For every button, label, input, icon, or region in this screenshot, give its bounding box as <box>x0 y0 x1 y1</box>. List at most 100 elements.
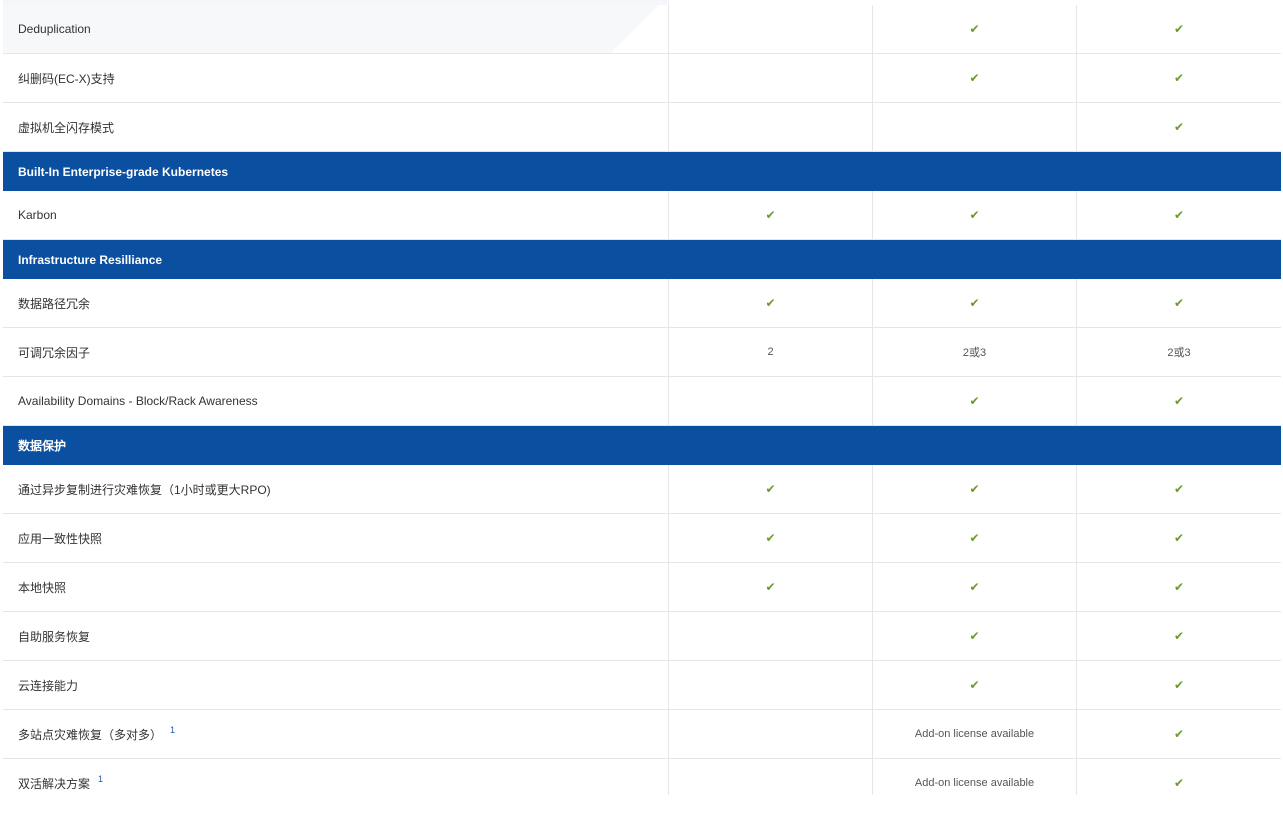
check-icon: ✔ <box>1173 580 1185 594</box>
edition-3-cell: ✔ <box>1077 465 1281 513</box>
edition-2-cell: ✔ <box>873 465 1077 513</box>
edition-2-cell: ✔ <box>873 563 1077 611</box>
table-row: 纠删码(EC-X)支持 ✔ ✔ <box>3 54 1281 103</box>
edition-1-cell: 2 <box>669 328 873 376</box>
table-row: 本地快照 ✔ ✔ ✔ <box>3 563 1281 612</box>
feature-label: 本地快照 <box>18 580 67 595</box>
cell-value: Add-on license available <box>914 728 1035 740</box>
check-icon: ✔ <box>765 580 776 594</box>
check-icon: ✔ <box>765 482 776 496</box>
table-row: 可调冗余因子 2 2或3 2或3 <box>3 328 1281 377</box>
feature-label: Deduplication <box>18 22 91 36</box>
feature-cell: 本地快照 <box>3 563 669 611</box>
edition-1-cell <box>669 710 873 758</box>
check-icon: ✔ <box>1173 71 1185 85</box>
edition-3-cell: ✔ <box>1077 191 1281 239</box>
feature-cell: Karbon <box>3 191 669 239</box>
feature-label: 多站点灾难恢复（多对多） <box>18 727 163 742</box>
table-row: 多站点灾难恢复（多对多） 1 Add-on license available ✔ <box>3 710 1281 759</box>
edition-2-cell: 2或3 <box>873 328 1077 376</box>
edition-1-cell: ✔ <box>669 514 873 562</box>
feature-label: Availability Domains - Block/Rack Awaren… <box>18 394 258 408</box>
check-icon: ✔ <box>1173 296 1185 310</box>
edition-2-cell: ✔ <box>873 191 1077 239</box>
feature-cell: Availability Domains - Block/Rack Awaren… <box>3 377 669 425</box>
cell-value: 2或3 <box>962 347 987 359</box>
edition-3-cell: ✔ <box>1077 612 1281 660</box>
check-icon: ✔ <box>765 531 776 545</box>
check-icon: ✔ <box>1173 531 1185 545</box>
table-row: 数据路径冗余 ✔ ✔ ✔ <box>3 279 1281 328</box>
table-row: Karbon ✔ ✔ ✔ <box>3 191 1281 240</box>
table-row: 虚拟机全闪存模式 ✔ <box>3 103 1281 152</box>
footnote-link[interactable]: 1 <box>98 774 103 784</box>
edition-1-cell <box>669 612 873 660</box>
edition-1-cell <box>669 377 873 425</box>
feature-label: 自助服务恢复 <box>18 629 91 644</box>
feature-cell: 云连接能力 <box>3 661 669 709</box>
check-icon: ✔ <box>1173 629 1185 643</box>
edition-2-cell <box>873 103 1077 151</box>
edition-3-cell: ✔ <box>1077 514 1281 562</box>
feature-cell: 可调冗余因子 <box>3 328 669 376</box>
feature-label: 数据路径冗余 <box>18 296 91 311</box>
check-icon: ✔ <box>969 580 980 594</box>
table-row: Deduplication ✔ ✔ <box>3 5 1281 54</box>
check-icon: ✔ <box>1173 482 1185 496</box>
edition-3-cell: ✔ <box>1077 103 1281 151</box>
edition-3-cell: ✔ <box>1077 377 1281 425</box>
edition-3-cell: 2或3 <box>1077 328 1281 376</box>
check-icon: ✔ <box>1173 22 1185 36</box>
edition-2-cell: ✔ <box>873 54 1077 102</box>
edition-2-cell: Add-on license available <box>873 759 1077 795</box>
check-icon: ✔ <box>969 629 980 643</box>
check-icon: ✔ <box>969 394 980 408</box>
check-icon: ✔ <box>1173 727 1185 741</box>
edition-3-cell: ✔ <box>1077 279 1281 327</box>
check-icon: ✔ <box>765 208 776 222</box>
feature-label: 通过异步复制进行灾难恢复（1小时或更大RPO) <box>18 482 271 497</box>
feature-label: Karbon <box>18 208 57 222</box>
edition-1-cell <box>669 5 873 53</box>
edition-2-cell: ✔ <box>873 661 1077 709</box>
edition-1-cell <box>669 54 873 102</box>
section-header: Built-In Enterprise-grade Kubernetes <box>3 152 1281 191</box>
edition-1-cell: ✔ <box>669 465 873 513</box>
edition-3-cell: ✔ <box>1077 759 1281 795</box>
cell-value: 2或3 <box>1167 347 1191 359</box>
check-icon: ✔ <box>969 22 980 36</box>
edition-3-cell: ✔ <box>1077 661 1281 709</box>
feature-label: 云连接能力 <box>18 678 79 693</box>
feature-cell: 纠删码(EC-X)支持 <box>3 54 669 102</box>
feature-label: 双活解决方案 <box>18 776 91 791</box>
table-row: 应用一致性快照 ✔ ✔ ✔ <box>3 514 1281 563</box>
feature-label: 可调冗余因子 <box>18 345 91 360</box>
table-row: 通过异步复制进行灾难恢复（1小时或更大RPO) ✔ ✔ ✔ <box>3 465 1281 514</box>
feature-cell: Deduplication <box>3 5 669 53</box>
feature-cell: 双活解决方案 1 <box>3 759 669 795</box>
table-row: Availability Domains - Block/Rack Awaren… <box>3 377 1281 426</box>
check-icon: ✔ <box>969 71 980 85</box>
check-icon: ✔ <box>969 208 980 222</box>
section-header: Infrastructure Resilliance <box>3 240 1281 279</box>
check-icon: ✔ <box>1173 120 1185 134</box>
table-row: 双活解决方案 1 Add-on license available ✔ <box>3 759 1281 795</box>
edition-3-cell: ✔ <box>1077 710 1281 758</box>
cell-value: 2 <box>767 346 774 358</box>
feature-cell: 应用一致性快照 <box>3 514 669 562</box>
feature-cell: 多站点灾难恢复（多对多） 1 <box>3 710 669 758</box>
cell-value: Add-on license available <box>914 777 1035 789</box>
feature-label: 应用一致性快照 <box>18 531 103 546</box>
feature-cell: 自助服务恢复 <box>3 612 669 660</box>
edition-2-cell: ✔ <box>873 514 1077 562</box>
check-icon: ✔ <box>1173 776 1185 790</box>
comparison-table: Deduplication ✔ ✔ 纠删码(EC-X)支持 ✔ ✔ 虚拟机全闪存模式 ✔ Bui… <box>3 5 1281 795</box>
edition-2-cell: ✔ <box>873 5 1077 53</box>
table-row: 云连接能力 ✔ ✔ <box>3 661 1281 710</box>
footnote-link[interactable]: 1 <box>170 725 175 735</box>
feature-cell: 虚拟机全闪存模式 <box>3 103 669 151</box>
edition-1-cell: ✔ <box>669 191 873 239</box>
edition-1-cell <box>669 103 873 151</box>
edition-1-cell: ✔ <box>669 279 873 327</box>
check-icon: ✔ <box>969 482 980 496</box>
